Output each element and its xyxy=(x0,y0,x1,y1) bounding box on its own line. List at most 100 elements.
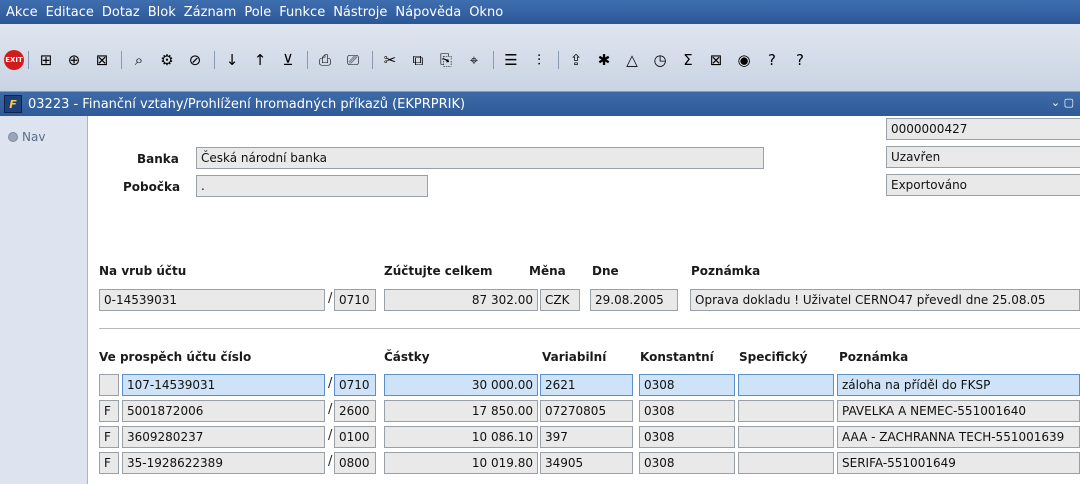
total-field[interactable]: 87 302.00 xyxy=(384,289,538,311)
toolbar-separator xyxy=(214,51,215,69)
execute-query-icon[interactable]: ⚙ xyxy=(154,49,180,71)
copy-icon[interactable]: ⧉ xyxy=(405,49,431,71)
menu-bar: Akce Editace Dotaz Blok Záznam Pole Funk… xyxy=(0,0,1080,24)
help-icon[interactable]: ? xyxy=(759,49,785,71)
cell-note[interactable]: AAA - ZACHRANNA TECH-551001639 xyxy=(837,426,1080,448)
insert-record-icon[interactable]: ⊞ xyxy=(33,49,59,71)
cell-ss[interactable] xyxy=(738,374,834,396)
cell-bank[interactable]: 0710 xyxy=(334,374,376,396)
cell-account[interactable]: 3609280237 xyxy=(122,426,325,448)
menu-okno[interactable]: Okno xyxy=(469,5,503,20)
cell-bank[interactable]: 2600 xyxy=(334,400,376,422)
sum-icon[interactable]: Σ xyxy=(675,49,701,71)
col-header-amount: Částky xyxy=(384,350,430,364)
date-label: Dne xyxy=(592,264,619,278)
nav-radio[interactable]: Nav xyxy=(8,130,45,144)
radio-icon xyxy=(8,132,18,142)
filter-icon[interactable]: ⊻ xyxy=(275,49,301,71)
list-icon[interactable]: ☰ xyxy=(498,49,524,71)
cell-account[interactable]: 107-14539031 xyxy=(122,374,325,396)
menu-napoveda[interactable]: Nápověda xyxy=(395,5,461,20)
cell-flag[interactable]: F xyxy=(99,426,119,448)
chart-icon[interactable]: △ xyxy=(619,49,645,71)
question-icon[interactable]: ? xyxy=(787,49,813,71)
cell-bank[interactable]: 0800 xyxy=(334,452,376,474)
window-controls[interactable]: ⌄ ▢ xyxy=(1051,96,1074,109)
cell-amount[interactable]: 10 086.10 xyxy=(384,426,538,448)
slash-separator: / xyxy=(328,428,333,443)
cell-note[interactable]: záloha na příděl do FKSP xyxy=(837,374,1080,396)
cell-ks[interactable]: 0308 xyxy=(639,374,735,396)
cell-flag[interactable] xyxy=(99,374,119,396)
menu-blok[interactable]: Blok xyxy=(148,5,176,20)
tools-icon[interactable]: ✱ xyxy=(591,49,617,71)
menu-akce[interactable]: Akce xyxy=(6,5,38,20)
menu-dotaz[interactable]: Dotaz xyxy=(102,5,140,20)
cell-vs[interactable]: 07270805 xyxy=(540,400,633,422)
menu-funkce[interactable]: Funkce xyxy=(279,5,325,20)
cell-flag[interactable]: F xyxy=(99,452,119,474)
cell-bank[interactable]: 0100 xyxy=(334,426,376,448)
col-header-note: Poznámka xyxy=(839,350,909,364)
cell-amount[interactable]: 17 850.00 xyxy=(384,400,538,422)
cell-vs[interactable]: 34905 xyxy=(540,452,633,474)
query-icon[interactable]: ⌕ xyxy=(126,49,152,71)
debit-bank-code-field[interactable]: 0710 xyxy=(334,289,376,311)
menu-nastroje[interactable]: Nástroje xyxy=(333,5,387,20)
bank-label: Banka xyxy=(137,152,179,166)
branch-label: Pobočka xyxy=(123,180,181,194)
menu-zaznam[interactable]: Záznam xyxy=(184,5,237,20)
cell-amount[interactable]: 30 000.00 xyxy=(384,374,538,396)
find-icon[interactable]: ⌖ xyxy=(461,49,487,71)
cell-account[interactable]: 5001872006 xyxy=(122,400,325,422)
col-header-account: Ve prospěch účtu číslo xyxy=(99,350,252,364)
cell-vs[interactable]: 2621 xyxy=(540,374,633,396)
debit-account-field[interactable]: 0-14539031 xyxy=(99,289,325,311)
sort-desc-icon[interactable]: ↑ xyxy=(247,49,273,71)
excel-icon[interactable]: ⊠ xyxy=(703,49,729,71)
sort-asc-icon[interactable]: ↓ xyxy=(219,49,245,71)
status-field[interactable]: Uzavřen xyxy=(886,146,1080,168)
cell-amount[interactable]: 10 019.80 xyxy=(384,452,538,474)
cell-ss[interactable] xyxy=(738,452,834,474)
cell-account[interactable]: 35-1928622389 xyxy=(122,452,325,474)
branch-field[interactable]: . xyxy=(196,175,428,197)
cell-ks[interactable]: 0308 xyxy=(639,400,735,422)
delete-record-icon[interactable]: ⊠ xyxy=(89,49,115,71)
web-icon[interactable]: ◉ xyxy=(731,49,757,71)
paste-icon[interactable]: ⎘ xyxy=(433,49,459,71)
cell-vs[interactable]: 397 xyxy=(540,426,633,448)
print-preview-icon[interactable]: ⎚ xyxy=(340,49,366,71)
date-field[interactable]: 29.08.2005 xyxy=(590,289,678,311)
cell-ks[interactable]: 0308 xyxy=(639,452,735,474)
window-title-bar: F 03223 - Finanční vztahy/Prohlížení hro… xyxy=(0,92,1080,116)
cut-icon[interactable]: ✂ xyxy=(377,49,403,71)
cell-ss[interactable] xyxy=(738,426,834,448)
menu-editace[interactable]: Editace xyxy=(46,5,94,20)
divider xyxy=(99,328,1080,329)
export-status-field[interactable]: Exportováno xyxy=(886,174,1080,196)
cell-flag[interactable]: F xyxy=(99,400,119,422)
slash-separator: / xyxy=(328,454,333,469)
toolbar-separator xyxy=(493,51,494,69)
bank-field[interactable]: Česká národní banka xyxy=(196,147,764,169)
nav-label: Nav xyxy=(22,130,46,144)
calculator-icon[interactable]: ◷ xyxy=(647,49,673,71)
debit-note-label: Poznámka xyxy=(691,264,761,278)
cancel-query-icon[interactable]: ⊘ xyxy=(182,49,208,71)
duplicate-record-icon[interactable]: ⊕ xyxy=(61,49,87,71)
order-number-field[interactable]: 0000000427 xyxy=(886,118,1080,140)
debit-note-field[interactable]: Oprava dokladu ! Uživatel CERNO47 převed… xyxy=(690,289,1080,311)
cell-note[interactable]: PAVELKA A NEMEC-551001640 xyxy=(837,400,1080,422)
cell-ks[interactable]: 0308 xyxy=(639,426,735,448)
menu-pole[interactable]: Pole xyxy=(244,5,271,20)
currency-field[interactable]: CZK xyxy=(540,289,580,311)
form-icon: F xyxy=(4,95,22,113)
print-icon[interactable]: ⎙ xyxy=(312,49,338,71)
cell-note[interactable]: SERIFA-551001649 xyxy=(837,452,1080,474)
exit-button[interactable]: EXIT xyxy=(4,50,24,70)
cell-ss[interactable] xyxy=(738,400,834,422)
export-icon[interactable]: ⇪ xyxy=(563,49,589,71)
toolbar-separator xyxy=(28,51,29,69)
columns-icon[interactable]: ⫶ xyxy=(526,49,552,71)
